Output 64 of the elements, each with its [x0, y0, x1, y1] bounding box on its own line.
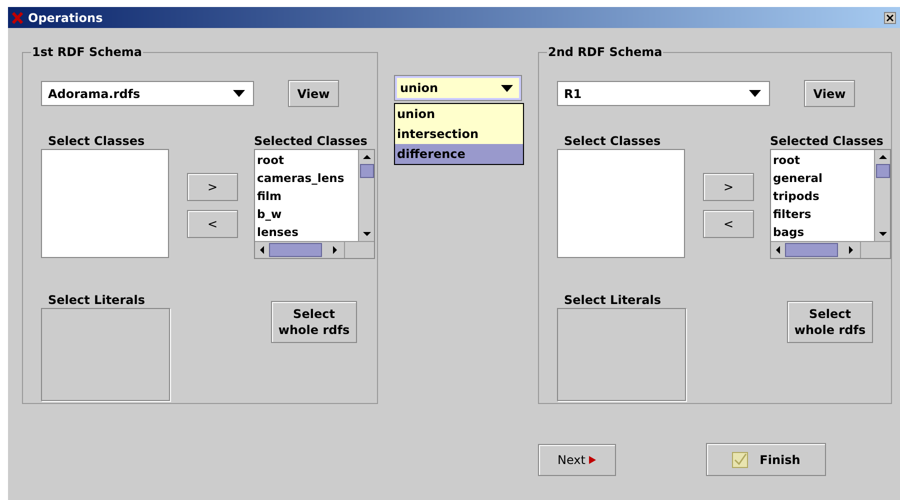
selected-classes-list[interactable]: root general tripods filters bags	[770, 149, 891, 259]
scroll-thumb[interactable]	[876, 164, 890, 178]
schema-dropdown[interactable]: Adorama.rdfs	[41, 81, 254, 106]
next-button[interactable]: Next	[538, 444, 616, 476]
window-title: Operations	[28, 10, 104, 24]
panel-title: 1st RDF Schema	[31, 45, 144, 59]
dropdown-arrow-icon	[233, 90, 245, 97]
list-item[interactable]: general	[773, 169, 874, 187]
list-item[interactable]: tripods	[773, 187, 874, 205]
list-item[interactable]: film	[257, 187, 358, 205]
list-label: Select Literals	[563, 292, 662, 308]
arrow-up-icon[interactable]	[878, 155, 886, 159]
scroll-thumb[interactable]	[785, 243, 838, 257]
arrow-left-icon[interactable]	[260, 246, 264, 254]
list-item[interactable]: b_w	[257, 205, 358, 223]
finish-button[interactable]: Finish	[706, 443, 826, 476]
x-logo-icon	[12, 12, 23, 24]
add-button[interactable]: >	[703, 173, 754, 201]
arrow-right-icon[interactable]	[849, 246, 853, 254]
remove-button[interactable]: <	[187, 210, 238, 238]
dropdown-option[interactable]: difference	[395, 144, 523, 164]
vertical-scrollbar[interactable]	[874, 150, 890, 241]
list-label: Select Literals	[47, 292, 146, 308]
vertical-scrollbar[interactable]	[358, 150, 374, 241]
horizontal-scrollbar[interactable]	[255, 241, 374, 258]
schema-dropdown[interactable]: R1	[557, 81, 770, 106]
classes-list[interactable]	[41, 149, 169, 258]
view-button[interactable]: View	[288, 80, 339, 107]
scroll-thumb[interactable]	[269, 243, 322, 257]
panel-title: 2nd RDF Schema	[547, 45, 664, 59]
list-label: Select Classes	[563, 133, 662, 149]
list-item[interactable]: root	[773, 151, 874, 169]
view-button[interactable]: View	[804, 80, 855, 107]
select-whole-button[interactable]: Select whole rdfs	[787, 301, 873, 343]
list-item[interactable]: bags	[773, 223, 874, 241]
selected-classes-list[interactable]: root cameras_lens film b_w lenses	[254, 149, 375, 259]
select-whole-button[interactable]: Select whole rdfs	[271, 301, 357, 343]
literals-list[interactable]	[557, 308, 686, 401]
operation-dropdown[interactable]: union	[394, 75, 522, 101]
add-button[interactable]: >	[187, 173, 238, 201]
list-item[interactable]: cameras_lens	[257, 169, 358, 187]
scroll-thumb[interactable]	[360, 164, 374, 178]
literals-list[interactable]	[41, 308, 170, 401]
dropdown-option[interactable]: intersection	[395, 124, 523, 144]
arrow-right-icon[interactable]	[333, 246, 337, 254]
arrow-left-icon[interactable]	[776, 246, 780, 254]
remove-button[interactable]: <	[703, 210, 754, 238]
dropdown-arrow-icon	[749, 90, 761, 97]
arrow-right-icon	[588, 456, 596, 464]
list-item[interactable]: filters	[773, 205, 874, 223]
close-icon[interactable]	[884, 12, 896, 24]
dropdown-option[interactable]: union	[395, 104, 523, 124]
list-label: Selected Classes	[254, 133, 368, 149]
arrow-up-icon[interactable]	[362, 155, 370, 159]
checkbox-tick-icon	[732, 452, 748, 468]
classes-list[interactable]	[557, 149, 685, 258]
horizontal-scrollbar[interactable]	[771, 241, 890, 258]
list-item[interactable]: lenses	[257, 223, 358, 241]
arrow-down-icon[interactable]	[362, 232, 370, 236]
arrow-down-icon[interactable]	[878, 232, 886, 236]
list-label: Selected Classes	[770, 133, 884, 149]
list-label: Select Classes	[47, 133, 146, 149]
dropdown-arrow-icon	[501, 84, 513, 92]
list-item[interactable]: root	[257, 151, 358, 169]
